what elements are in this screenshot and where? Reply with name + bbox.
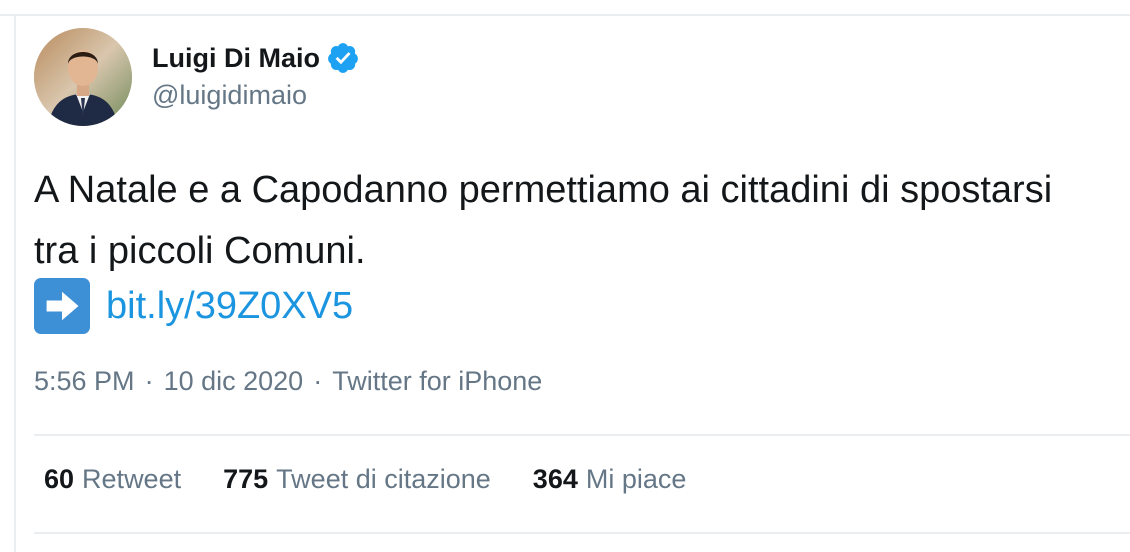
divider <box>34 434 1130 436</box>
card-top-border <box>0 14 1130 16</box>
avatar[interactable] <box>34 28 132 126</box>
tweet-link[interactable]: bit.ly/39Z0XV5 <box>106 285 353 328</box>
stat-count: 775 <box>223 464 269 494</box>
stat-count: 364 <box>532 464 578 494</box>
tweet-source[interactable]: Twitter for iPhone <box>332 366 542 397</box>
retweet-count-link[interactable]: 60 Retweet <box>44 464 181 495</box>
card-left-border <box>14 14 16 552</box>
divider <box>34 532 1130 534</box>
tweet-meta: 5:56 PM · 10 dic 2020 · Twitter for iPho… <box>34 366 542 397</box>
verified-badge-icon <box>326 41 360 75</box>
stat-label: Mi piace <box>585 464 687 494</box>
meta-separator: · <box>144 366 154 396</box>
author-name-row: Luigi Di Maio <box>152 38 360 78</box>
quote-tweet-count-link[interactable]: 775 Tweet di citazione <box>223 464 491 495</box>
tweet-stats: 60 Retweet 775 Tweet di citazione 364 Mi… <box>44 464 728 495</box>
right-arrow-emoji-icon <box>34 278 90 334</box>
stat-label: Retweet <box>82 464 182 494</box>
stat-label: Tweet di citazione <box>276 464 491 494</box>
tweet-date[interactable]: 10 dic 2020 <box>164 366 304 397</box>
author-handle[interactable]: @luigidimaio <box>152 80 307 111</box>
tweet-text: A Natale e a Capodanno permettiamo ai ci… <box>34 169 1053 272</box>
author-display-name[interactable]: Luigi Di Maio <box>152 43 320 74</box>
like-count-link[interactable]: 364 Mi piace <box>533 464 687 495</box>
tweet-link-row: bit.ly/39Z0XV5 <box>34 276 353 336</box>
stat-count: 60 <box>44 464 75 494</box>
tweet-time[interactable]: 5:56 PM <box>34 366 135 397</box>
avatar-photo <box>34 28 132 126</box>
meta-separator: · <box>313 366 323 396</box>
